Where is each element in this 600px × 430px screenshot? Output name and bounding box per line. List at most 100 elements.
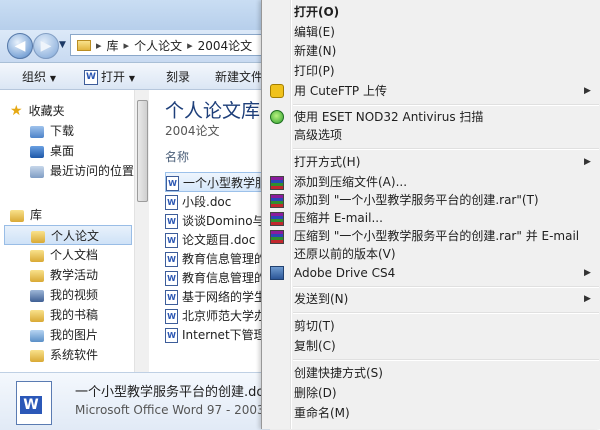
nav-item-label: 教学活动 <box>50 268 99 282</box>
menu-item-cut[interactable]: 剪切(T) <box>294 317 335 335</box>
menu-item-open[interactable]: 打开(O) <box>294 3 339 21</box>
recent-pages-dropdown-icon[interactable]: ▼ <box>59 40 66 50</box>
file-row[interactable]: W 一个小型教学服务平台的创建.doc <box>165 172 269 192</box>
menu-item-eset-scan[interactable]: 使用 ESET NOD32 Antivirus 扫描 <box>294 108 483 126</box>
cuteftp-icon <box>270 84 284 98</box>
file-name: 教育信息管理的 <box>182 252 267 266</box>
nav-item-teaching-activities[interactable]: 教学活动 <box>30 265 98 285</box>
forward-arrow-icon[interactable]: ▶ <box>33 33 59 59</box>
libraries-header[interactable]: 库 <box>10 206 42 223</box>
submenu-arrow-icon: ▶ <box>584 268 591 278</box>
open-button[interactable]: W 打开 ▼ <box>84 68 135 85</box>
file-row[interactable]: W 谈谈Domino与 <box>165 211 269 231</box>
nav-item-personal-papers[interactable]: 个人论文 <box>4 225 132 245</box>
column-header-name[interactable]: 名称 <box>165 148 189 165</box>
word-document-icon: W <box>165 290 178 305</box>
menu-item-restore-previous[interactable]: 还原以前的版本(V) <box>294 245 396 263</box>
menu-item-rename[interactable]: 重命名(M) <box>294 404 350 422</box>
adobe-drive-icon <box>270 266 284 280</box>
details-pane: W 一个小型教学服务平台的创建.doc Microsoft Office Wor… <box>0 372 281 430</box>
context-menu: 打开(O) 编辑(E) 新建(N) 打印(P) 用 CuteFTP 上传 ▶ 使… <box>261 0 600 429</box>
breadcrumb-libraries[interactable]: 库 <box>107 37 119 54</box>
folder-icon <box>77 39 91 51</box>
word-document-icon: W <box>165 328 178 343</box>
libraries-label: 库 <box>30 208 43 222</box>
nav-item-recent-places[interactable]: 最近访问的位置 <box>30 161 134 181</box>
menu-separator <box>293 148 599 150</box>
menu-item-advanced-options[interactable]: 高级选项 <box>294 126 342 144</box>
menu-item-compress-email[interactable]: 压缩并 E-mail... <box>294 209 383 227</box>
nav-item-my-pictures[interactable]: 我的图片 <box>30 325 98 345</box>
library-title: 个人论文库 <box>165 100 261 122</box>
file-list-pane: 个人论文库 2004论文 名称 W一个小型教学服务平台的创建.doc W小段.d… <box>149 90 269 372</box>
nav-item-my-manuscripts[interactable]: 我的书稿 <box>30 305 98 325</box>
nav-item-label: 最近访问的位置 <box>50 164 135 178</box>
file-row[interactable]: W 教育信息管理的 <box>165 249 269 269</box>
menu-item-compress-rar-email[interactable]: 压缩到 "一个小型教学服务平台的创建.rar" 并 E-mail <box>294 227 579 245</box>
menu-separator <box>293 312 599 314</box>
details-filename: 一个小型教学服务平台的创建.doc <box>75 385 272 400</box>
organize-button[interactable]: 组织 ▼ <box>22 68 56 85</box>
nav-item-system-software[interactable]: 系统软件 <box>30 345 98 365</box>
burn-button[interactable]: 刻录 <box>166 68 190 85</box>
file-row[interactable]: W 北京师范大学办 <box>165 306 269 326</box>
file-row[interactable]: W 教育信息管理的 <box>165 268 269 288</box>
menu-item-delete[interactable]: 删除(D) <box>294 384 337 402</box>
nav-item-desktop[interactable]: 桌面 <box>30 141 74 161</box>
menu-item-print[interactable]: 打印(P) <box>294 62 335 80</box>
word-document-icon: W <box>16 381 52 425</box>
word-document-icon: W <box>165 214 178 229</box>
menu-item-new[interactable]: 新建(N) <box>294 42 336 60</box>
menu-item-edit[interactable]: 编辑(E) <box>294 23 335 41</box>
menu-item-adobe-drive[interactable]: Adobe Drive CS4 <box>294 264 395 282</box>
breadcrumb-2004-papers[interactable]: 2004论文 <box>198 37 253 54</box>
menu-item-open-with[interactable]: 打开方式(H) <box>294 153 360 171</box>
nav-item-label: 系统软件 <box>50 348 99 362</box>
video-icon <box>30 289 44 302</box>
menu-separator <box>293 359 599 361</box>
chevron-down-icon: ▼ <box>128 74 135 83</box>
menu-item-add-to-archive[interactable]: 添加到压缩文件(A)... <box>294 173 407 191</box>
pictures-icon <box>30 329 44 342</box>
organize-label: 组织 <box>22 70 47 84</box>
breadcrumb-separator: ▸ <box>123 38 130 52</box>
winrar-icon <box>270 212 284 226</box>
file-row[interactable]: W 小段.doc <box>165 192 269 212</box>
file-name: 教育信息管理的 <box>182 271 267 285</box>
file-row[interactable]: W Internet下管理 <box>165 325 269 345</box>
library-subtitle[interactable]: 2004论文 <box>165 122 220 139</box>
menu-item-add-to-rar[interactable]: 添加到 "一个小型教学服务平台的创建.rar"(T) <box>294 191 539 209</box>
word-document-icon: W <box>165 252 178 267</box>
breadcrumb-personal-papers[interactable]: 个人论文 <box>134 37 182 54</box>
nav-item-personal-documents[interactable]: 个人文档 <box>30 245 98 265</box>
back-arrow-icon[interactable]: ◀ <box>7 33 33 59</box>
file-name: 论文题目.doc <box>182 233 256 247</box>
submenu-arrow-icon: ▶ <box>584 294 591 304</box>
address-bar[interactable]: ▸ 库 ▸ 个人论文 ▸ 2004论文 <box>70 34 270 56</box>
submenu-arrow-icon: ▶ <box>584 157 591 167</box>
breadcrumb-separator: ▸ <box>187 38 193 52</box>
folder-icon <box>30 309 44 322</box>
file-row[interactable]: W 基于网络的学生 <box>165 287 269 307</box>
nav-item-label: 我的图片 <box>50 328 99 342</box>
favorites-label: 收藏夹 <box>28 104 65 118</box>
favorites-header[interactable]: ★ 收藏夹 <box>10 102 65 119</box>
folder-icon <box>30 249 44 262</box>
menu-item-create-shortcut[interactable]: 创建快捷方式(S) <box>294 364 383 382</box>
nav-item-label: 我的书稿 <box>50 308 99 322</box>
menu-item-cuteftp-upload[interactable]: 用 CuteFTP 上传 <box>294 82 387 100</box>
menu-item-send-to[interactable]: 发送到(N) <box>294 290 348 308</box>
scrollbar-thumb[interactable] <box>137 100 148 202</box>
open-label: 打开 <box>101 70 126 84</box>
file-row[interactable]: W 论文题目.doc <box>165 230 269 250</box>
nav-item-label: 下载 <box>50 124 75 138</box>
nav-item-downloads[interactable]: 下载 <box>30 121 74 141</box>
word-document-icon: W <box>165 195 178 210</box>
nav-item-label: 个人文档 <box>50 248 99 262</box>
nav-item-label: 个人论文 <box>51 229 100 243</box>
nav-item-my-videos[interactable]: 我的视频 <box>30 285 98 305</box>
folder-icon <box>31 230 45 243</box>
navigation-scrollbar[interactable] <box>134 90 149 372</box>
menu-item-copy[interactable]: 复制(C) <box>294 337 336 355</box>
file-name: 基于网络的学生 <box>182 290 267 304</box>
